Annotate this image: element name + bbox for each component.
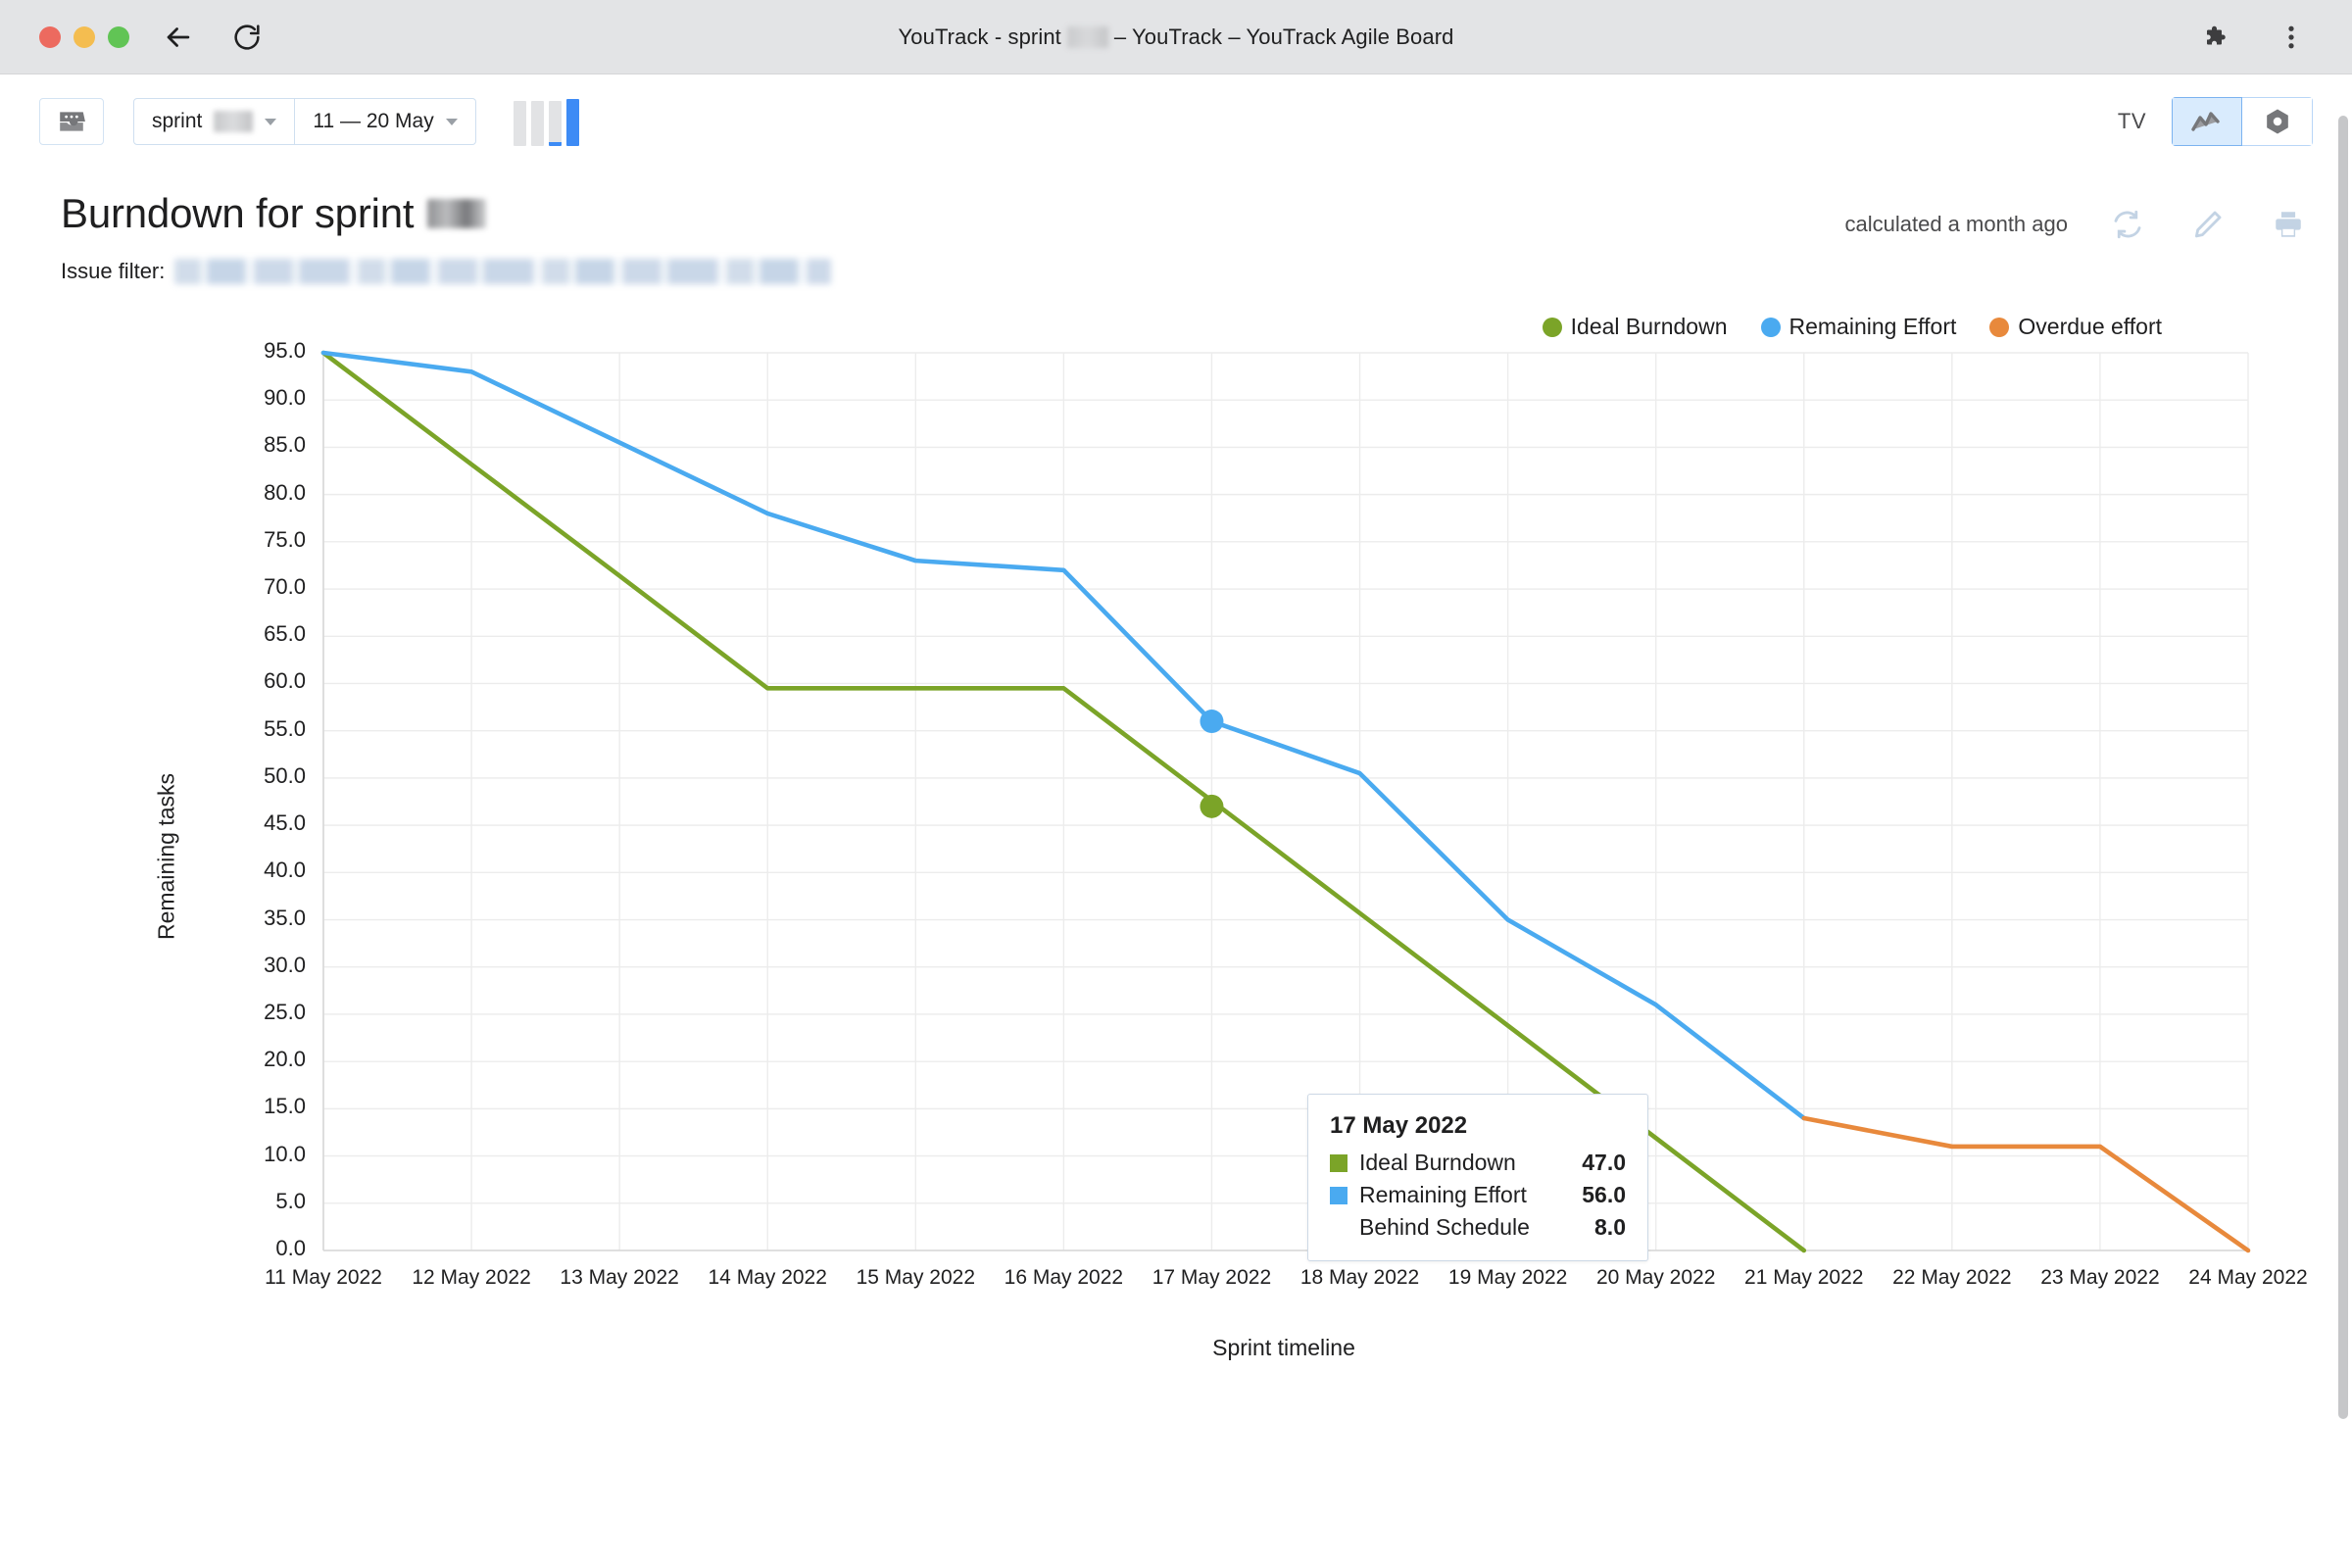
y-axis-tick: 20.0 bbox=[264, 1047, 306, 1072]
sprint-dropdown[interactable]: sprint bbox=[133, 98, 296, 145]
window-title-suffix: – YouTrack – YouTrack Agile Board bbox=[1113, 24, 1454, 49]
page-title-text: Burndown for sprint bbox=[61, 190, 415, 236]
progress-bar-1 bbox=[513, 101, 526, 146]
pencil-icon[interactable] bbox=[2187, 204, 2229, 245]
calculated-timestamp: calculated a month ago bbox=[1844, 212, 2069, 236]
y-axis-tick: 35.0 bbox=[264, 905, 306, 930]
minimize-window-button[interactable] bbox=[74, 25, 95, 48]
tooltip-value-ideal: 47.0 bbox=[1582, 1150, 1626, 1175]
y-axis-tick: 55.0 bbox=[264, 715, 306, 741]
back-arrow-icon[interactable] bbox=[159, 18, 198, 57]
y-axis-tick: 85.0 bbox=[264, 432, 306, 458]
x-axis-title: Sprint timeline bbox=[1212, 1335, 1355, 1360]
tv-mode-label[interactable]: TV bbox=[2118, 109, 2146, 134]
scrollbar-thumb[interactable] bbox=[2338, 116, 2348, 1419]
y-axis-tick: 60.0 bbox=[264, 668, 306, 694]
y-axis-tick: 75.0 bbox=[264, 526, 306, 552]
report-page: Burndown for sprint calculated a month a… bbox=[0, 169, 2352, 1366]
y-axis-tick: 15.0 bbox=[264, 1094, 306, 1119]
y-axis-title: Remaining tasks bbox=[153, 772, 179, 941]
y-axis-tick: 5.0 bbox=[275, 1188, 306, 1213]
y-axis-tick: 95.0 bbox=[264, 338, 306, 363]
sprint-dropdown-label: sprint bbox=[152, 110, 203, 132]
line-chart-icon[interactable] bbox=[2172, 97, 2242, 146]
kebab-menu-icon[interactable] bbox=[2272, 18, 2311, 57]
chart-plot-area[interactable] bbox=[61, 308, 2352, 1366]
tooltip-row-remaining: Remaining Effort 56.0 bbox=[1330, 1182, 1626, 1208]
y-axis-tick: 10.0 bbox=[264, 1141, 306, 1166]
sprint-progress-bars[interactable] bbox=[513, 97, 579, 146]
printer-icon[interactable] bbox=[2268, 204, 2309, 245]
page-scrollbar[interactable] bbox=[2338, 116, 2348, 1507]
agile-board-icon[interactable] bbox=[39, 98, 104, 145]
progress-bar-3 bbox=[548, 101, 562, 146]
window-title-prefix: YouTrack - sprint bbox=[898, 24, 1061, 49]
sprint-name-redacted bbox=[214, 111, 254, 132]
reload-icon[interactable] bbox=[227, 18, 267, 57]
y-axis-tick: 45.0 bbox=[264, 810, 306, 836]
tooltip-swatch-remaining bbox=[1330, 1186, 1348, 1204]
y-axis-tick: 30.0 bbox=[264, 952, 306, 977]
puzzle-piece-icon[interactable] bbox=[2197, 18, 2236, 57]
progress-bar-4 bbox=[565, 99, 579, 146]
tooltip-value-behind: 8.0 bbox=[1594, 1214, 1626, 1240]
date-range-label: 11 — 20 May bbox=[313, 110, 434, 132]
burndown-chart: Ideal Burndown Remaining Effort Overdue … bbox=[61, 308, 2309, 1366]
y-axis-tick: 80.0 bbox=[264, 479, 306, 505]
tooltip-swatch-ideal bbox=[1330, 1153, 1348, 1172]
tooltip-label-ideal: Ideal Burndown bbox=[1359, 1150, 1516, 1175]
x-axis-tick: 24 May 2022 bbox=[2188, 1266, 2308, 1289]
sprint-selectors: sprint 11 — 20 May bbox=[133, 98, 476, 145]
close-window-button[interactable] bbox=[39, 25, 61, 48]
tooltip-row-behind: Behind Schedule 8.0 bbox=[1330, 1214, 1626, 1241]
y-axis-tick: 70.0 bbox=[264, 574, 306, 600]
window-traffic-lights bbox=[39, 25, 129, 48]
chart-tooltip: 17 May 2022 Ideal Burndown 47.0 Remainin… bbox=[1307, 1094, 1648, 1261]
tooltip-swatch-behind bbox=[1330, 1219, 1348, 1237]
issue-filter-value-redacted[interactable] bbox=[174, 259, 832, 284]
y-axis-tick: 0.0 bbox=[275, 1236, 306, 1260]
window-title-redacted-sprint bbox=[1066, 25, 1108, 48]
y-axis-tick: 40.0 bbox=[264, 858, 306, 883]
refresh-icon[interactable] bbox=[2107, 204, 2148, 245]
chevron-down-icon bbox=[265, 118, 277, 125]
view-mode-toggle bbox=[2172, 97, 2313, 146]
issue-filter-label: Issue filter: bbox=[61, 259, 166, 283]
page-title: Burndown for sprint bbox=[61, 190, 487, 237]
tooltip-date: 17 May 2022 bbox=[1330, 1112, 1468, 1139]
y-axis-tick: 65.0 bbox=[264, 621, 306, 647]
issue-filter-row: Issue filter: bbox=[61, 259, 2309, 284]
gear-icon[interactable] bbox=[2242, 97, 2313, 146]
y-axis-tick: 50.0 bbox=[264, 762, 306, 788]
window-title: YouTrack - sprint – YouTrack – YouTrack … bbox=[0, 0, 2352, 74]
date-range-dropdown[interactable]: 11 — 20 May bbox=[295, 98, 476, 145]
tooltip-label-behind: Behind Schedule bbox=[1359, 1214, 1530, 1240]
tooltip-value-remaining: 56.0 bbox=[1582, 1182, 1626, 1207]
chevron-down-icon bbox=[445, 118, 458, 125]
app-toolbar: sprint 11 — 20 May TV bbox=[0, 74, 2352, 169]
y-axis-tick: 90.0 bbox=[264, 385, 306, 411]
browser-titlebar: YouTrack - sprint – YouTrack – YouTrack … bbox=[0, 0, 2352, 74]
tooltip-label-remaining: Remaining Effort bbox=[1359, 1182, 1527, 1207]
maximize-window-button[interactable] bbox=[108, 25, 129, 48]
y-axis-tick: 25.0 bbox=[264, 999, 306, 1024]
page-title-redacted-sprint bbox=[427, 199, 487, 228]
tooltip-row-ideal: Ideal Burndown 47.0 bbox=[1330, 1150, 1626, 1176]
progress-bar-2 bbox=[530, 101, 544, 146]
